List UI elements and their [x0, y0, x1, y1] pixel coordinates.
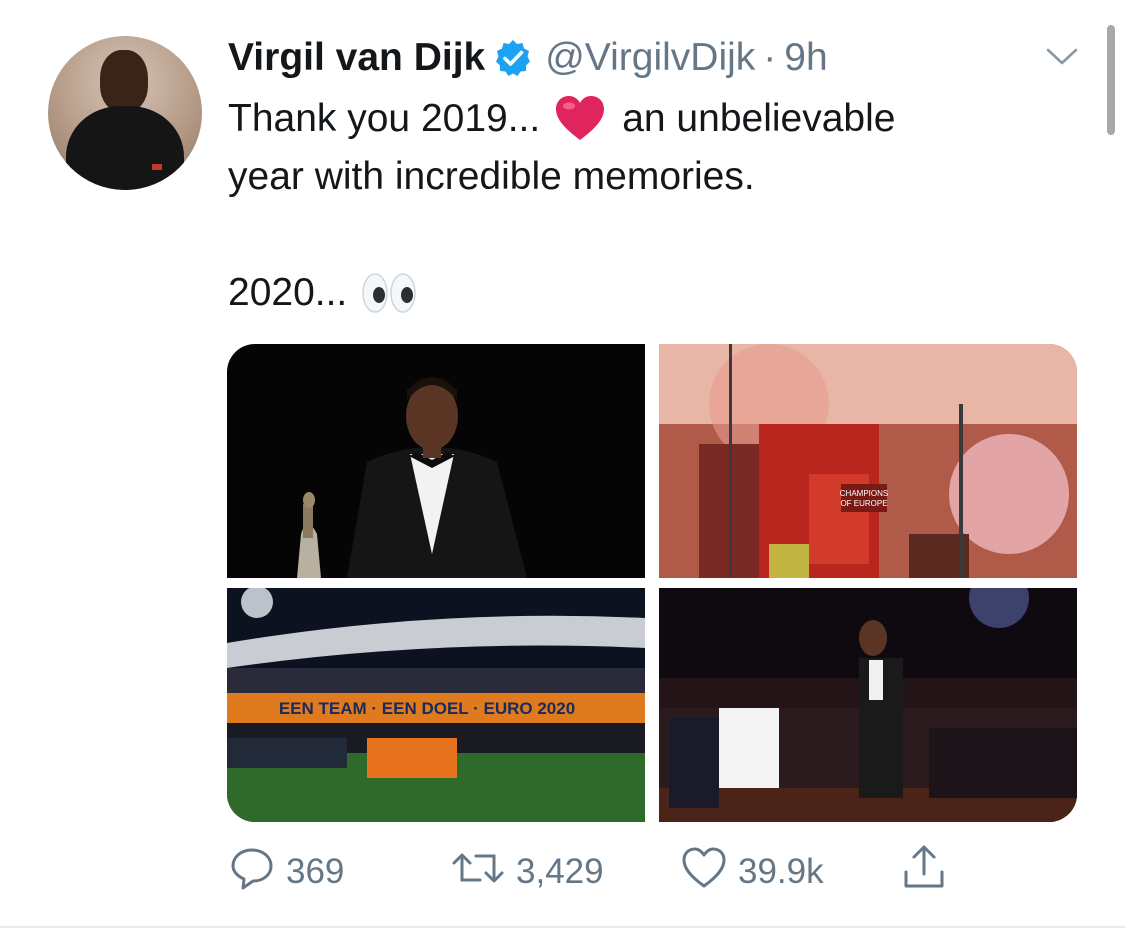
tweet-media-grid: CHAMPIONS OF EUROPE EEN TEAM · EEN DOEL … [227, 344, 1077, 822]
share-icon [900, 844, 948, 901]
tweet-text-part: 2020... [228, 271, 348, 314]
red-heart-icon [554, 95, 606, 143]
like-button[interactable]: 39.9k [680, 846, 824, 898]
header-separator: · [763, 36, 777, 79]
svg-text:OF EUROPE: OF EUROPE [840, 499, 887, 508]
like-icon [680, 844, 728, 901]
svg-text:CHAMPIONS: CHAMPIONS [840, 489, 888, 498]
tweet-text-part: Thank you 2019... [228, 97, 541, 140]
verified-badge-icon [493, 38, 533, 78]
tweet-text-line-3: 2020... [228, 264, 1088, 322]
tweet-header: Virgil van Dijk @VirgilvDijk · 9h [228, 30, 828, 86]
author-handle[interactable]: @VirgilvDijk [545, 36, 755, 80]
tweet-text: Thank you 2019... an unbelievable year w… [228, 90, 1088, 322]
media-photo-3[interactable]: EEN TEAM · EEN DOEL · EURO 2020 [227, 588, 645, 822]
reply-button[interactable]: 369 [228, 846, 344, 898]
reply-icon [228, 844, 276, 901]
author-name[interactable]: Virgil van Dijk [228, 36, 485, 80]
tweet-text-part: an unbelievable [622, 97, 896, 140]
tweet-text-blank-line [228, 206, 1088, 264]
media-photo-1[interactable] [227, 344, 645, 578]
tweet-actions: 369 3,429 39.9k [228, 844, 948, 901]
avatar-hoodie [66, 106, 184, 190]
media-photo-2[interactable]: CHAMPIONS OF EUROPE [659, 344, 1077, 578]
scrollbar[interactable] [1107, 25, 1115, 135]
media-photo-4[interactable] [659, 588, 1077, 822]
like-count: 39.9k [738, 852, 824, 891]
retweet-icon [450, 844, 506, 901]
avatar-logo [152, 164, 162, 170]
author-avatar[interactable] [48, 36, 202, 190]
chevron-down-icon[interactable] [1042, 42, 1082, 77]
svg-text:EEN TEAM · EEN DOEL · EURO 202: EEN TEAM · EEN DOEL · EURO 2020 [279, 699, 575, 718]
retweet-count: 3,429 [516, 852, 604, 891]
tweet-text-line-2: year with incredible memories. [228, 155, 755, 198]
avatar-head [100, 50, 148, 112]
eyes-icon [361, 271, 417, 315]
reply-count: 369 [286, 852, 345, 891]
tweet-divider [0, 926, 1125, 928]
share-button[interactable] [900, 844, 948, 901]
tweet-timestamp[interactable]: 9h [784, 36, 827, 80]
tweet-text-line-1: Thank you 2019... an unbelievable [228, 90, 1088, 148]
retweet-button[interactable]: 3,429 [450, 846, 604, 898]
